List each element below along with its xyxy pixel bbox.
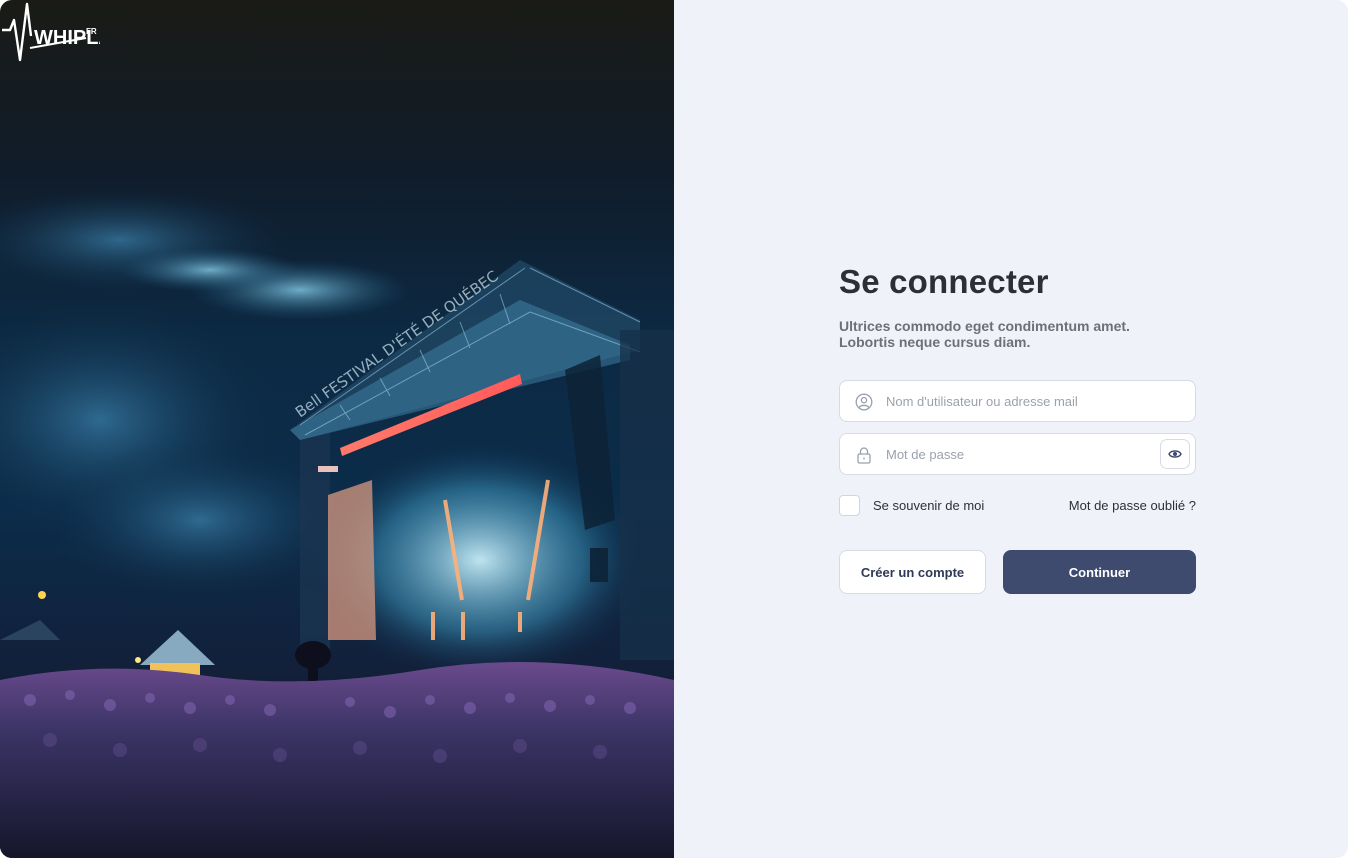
page-title: Se connecter — [839, 263, 1049, 300]
forgot-password-link[interactable]: Mot de passe oublié ? — [1069, 498, 1196, 513]
page-subtitle: Ultrices commodo eget condimentum amet. … — [839, 318, 1196, 350]
options-row: Se souvenir de moi Mot de passe oublié ? — [839, 493, 1196, 517]
action-buttons: Créer un compte Continuer — [839, 550, 1196, 594]
remember-me-label[interactable]: Se souvenir de moi — [873, 498, 984, 513]
remember-me-checkbox[interactable] — [839, 494, 860, 516]
lock-icon — [857, 447, 871, 464]
eye-icon — [1168, 450, 1182, 458]
password-input[interactable] — [886, 435, 1146, 473]
logo-suffix: FR — [86, 27, 97, 36]
login-screen: Bell FESTIVAL D'ÉTÉ DE QUÉBEC WHIPL FR S… — [0, 0, 1348, 858]
username-field[interactable] — [839, 380, 1196, 422]
continue-button[interactable]: Continuer — [1003, 550, 1196, 594]
password-field[interactable] — [839, 433, 1196, 475]
remember-me[interactable]: Se souvenir de moi — [839, 494, 984, 516]
login-panel: Se connecter Ultrices commodo eget condi… — [674, 0, 1348, 858]
login-form: Se connecter Ultrices commodo eget condi… — [839, 262, 1196, 594]
subtitle-line-2: Lobortis neque cursus diam. — [839, 334, 1031, 350]
hero-image: Bell FESTIVAL D'ÉTÉ DE QUÉBEC WHIPL FR — [0, 0, 674, 858]
user-circle-icon — [855, 393, 873, 411]
toggle-password-visibility-button[interactable] — [1160, 439, 1190, 469]
concert-illustration: Bell FESTIVAL D'ÉTÉ DE QUÉBEC — [0, 185, 674, 858]
whiplay-logo[interactable]: WHIPLAY FR — [0, 0, 100, 72]
create-account-button[interactable]: Créer un compte — [839, 550, 986, 594]
subtitle-line-1: Ultrices commodo eget condimentum amet. — [839, 318, 1130, 334]
username-input[interactable] — [886, 382, 1146, 420]
